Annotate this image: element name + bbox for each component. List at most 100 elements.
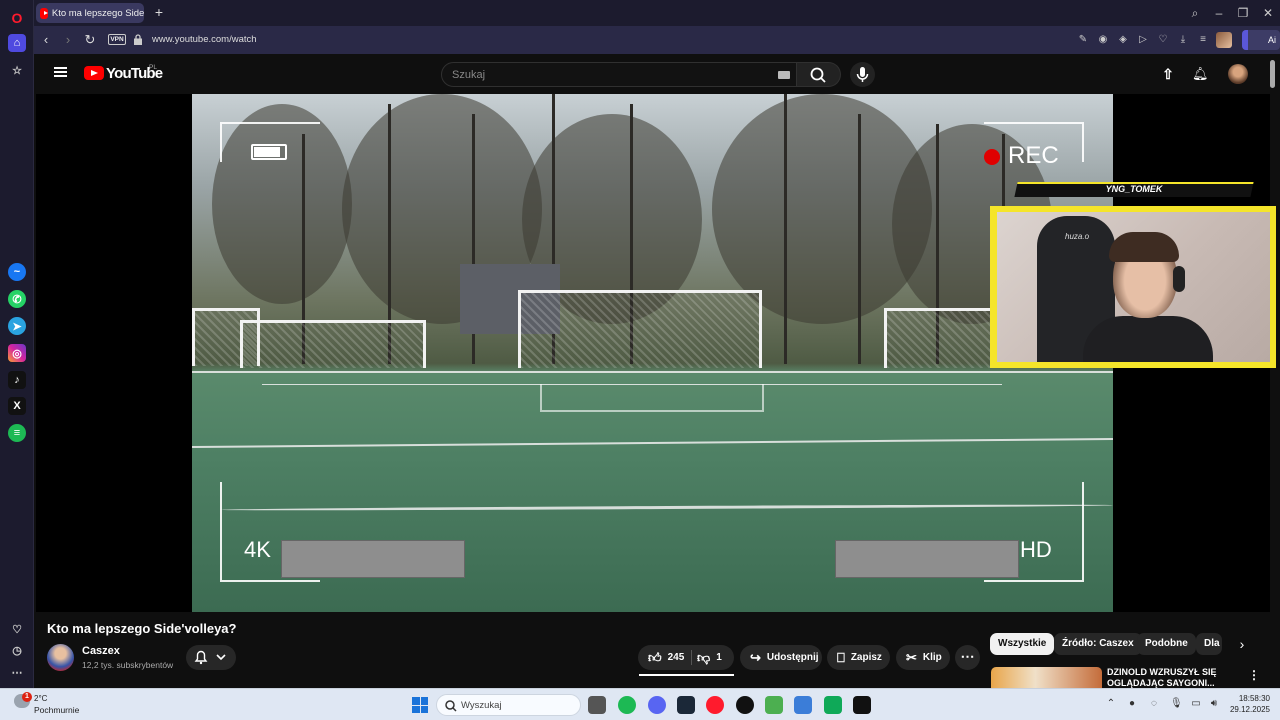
- camera-overlay: [220, 122, 1084, 582]
- search-button[interactable]: [797, 62, 841, 87]
- vpn-badge[interactable]: VPN: [108, 34, 126, 45]
- messenger-icon[interactable]: ~: [8, 263, 26, 281]
- notifications-icon[interactable]: 🔔︎: [1192, 66, 1209, 82]
- network-icon[interactable]: ▭: [1190, 698, 1202, 710]
- shield-icon[interactable]: ◈: [1117, 34, 1129, 46]
- search-placeholder: Szukaj: [452, 69, 486, 81]
- windows-taskbar: 1 2°C Pochmurnie Wyszukaj ⌃ ● ◌ 🎙︎ ▭ 🔊︎ …: [0, 688, 1280, 720]
- discord-icon[interactable]: [648, 696, 666, 714]
- share-icon: ↪: [750, 649, 761, 665]
- steam-icon[interactable]: [677, 696, 695, 714]
- opera-logo-icon[interactable]: O: [8, 9, 26, 27]
- microphone-tray-icon[interactable]: 🎙︎: [1170, 698, 1183, 710]
- share-button[interactable]: ↪ Udostępnij: [740, 645, 822, 670]
- tab-active[interactable]: Kto ma lepszego Side'volleya?: [36, 3, 144, 23]
- hamburger-menu-icon[interactable]: [54, 67, 67, 77]
- address-bar: ‹ › ↻ VPN www.youtube.com/watch ✎ ◉ ◈ ▷ …: [34, 26, 1280, 54]
- heart-icon[interactable]: ♡: [8, 620, 26, 638]
- like-underline: [639, 674, 734, 676]
- search-input[interactable]: Szukaj: [441, 62, 797, 87]
- recommendation-menu-icon[interactable]: ⋮: [1248, 668, 1260, 682]
- resolution-right: HD: [1020, 537, 1052, 562]
- tray-icon[interactable]: ●: [1126, 698, 1138, 710]
- scrollbar-thumb[interactable]: [1270, 60, 1275, 88]
- more-actions-button[interactable]: ⋯: [955, 645, 980, 670]
- video-title: Kto ma lepszego Side'volleya?: [47, 621, 237, 636]
- tiktok-icon[interactable]: ♪: [8, 371, 26, 389]
- chevron-up-icon[interactable]: ⌃: [1105, 698, 1117, 710]
- opera-taskbar-icon[interactable]: [706, 696, 724, 714]
- reload-button[interactable]: ↻: [82, 32, 98, 48]
- back-button[interactable]: ‹: [38, 32, 54, 48]
- url-field[interactable]: www.youtube.com/watch: [152, 34, 257, 45]
- tray-icon[interactable]: ◌: [1148, 698, 1160, 710]
- history-icon[interactable]: ◷: [8, 641, 26, 659]
- app-icon[interactable]: [853, 696, 871, 714]
- more-icon[interactable]: ⋯: [8, 663, 26, 681]
- app-icon[interactable]: [824, 696, 842, 714]
- search-tabs-icon[interactable]: ⌕: [1187, 5, 1203, 21]
- recommendation-thumbnail[interactable]: [991, 667, 1102, 688]
- chair-brand: huza.o: [1065, 232, 1090, 241]
- taskbar-search-placeholder: Wyszukaj: [461, 700, 502, 711]
- camera-icon[interactable]: ◉: [1097, 34, 1109, 46]
- restore-button[interactable]: ❐: [1235, 5, 1251, 21]
- file-explorer-icon[interactable]: [588, 696, 606, 714]
- account-avatar[interactable]: [1228, 64, 1248, 84]
- chip-source[interactable]: Źródło: Caszex: [1054, 633, 1142, 655]
- weather-description[interactable]: Pochmurnie: [34, 705, 79, 715]
- dislike-button[interactable]: 👎︎ 1: [691, 650, 722, 666]
- app-icon[interactable]: [794, 696, 812, 714]
- search-icon: [810, 67, 826, 83]
- chevron-right-icon[interactable]: ›: [1234, 636, 1250, 652]
- clock-date[interactable]: 29.12.2025: [1228, 705, 1270, 714]
- like-separator: [691, 650, 692, 665]
- instagram-icon[interactable]: ◎: [8, 344, 26, 362]
- like-count: 245: [667, 652, 685, 663]
- voice-search-button[interactable]: [850, 62, 875, 87]
- chip-all[interactable]: Wszystkie: [990, 633, 1055, 655]
- app-icon[interactable]: [765, 696, 783, 714]
- subscription-bell-button[interactable]: [186, 645, 236, 670]
- menu-icon[interactable]: ≡: [1197, 34, 1209, 46]
- play-icon[interactable]: ▷: [1137, 34, 1149, 46]
- forward-button[interactable]: ›: [60, 32, 76, 48]
- aria-ai-button[interactable]: Ai: [1242, 30, 1280, 50]
- windows-start-icon[interactable]: [412, 697, 428, 713]
- channel-avatar[interactable]: [47, 644, 74, 671]
- record-dot-icon: [984, 149, 1000, 165]
- profile-avatar[interactable]: [1216, 32, 1232, 48]
- new-tab-button[interactable]: +: [152, 5, 166, 19]
- telegram-icon[interactable]: ➤: [8, 317, 26, 335]
- whatsapp-icon[interactable]: ✆: [8, 290, 26, 308]
- channel-name[interactable]: Caszex: [82, 645, 120, 657]
- download-icon[interactable]: ⤓: [1177, 34, 1189, 46]
- video-frame[interactable]: REC 4K HD: [192, 94, 1113, 612]
- recommendation-title[interactable]: DZINOLD WZRUSZYŁ SIĘ OGLĄDAJĄC SAYGONI..…: [1107, 667, 1227, 688]
- save-button[interactable]: ⎕ Zapisz: [827, 645, 890, 670]
- taskbar-search-input[interactable]: Wyszukaj: [436, 694, 581, 716]
- minimize-button[interactable]: –: [1211, 5, 1227, 21]
- like-button[interactable]: 👍︎ 245: [638, 650, 691, 666]
- upload-icon[interactable]: ⇧: [1160, 66, 1176, 82]
- clip-button[interactable]: ✂ Klip: [896, 645, 950, 670]
- scissors-icon: ✂: [906, 649, 917, 665]
- headset: [1173, 266, 1185, 292]
- star-icon[interactable]: ☆: [8, 61, 26, 79]
- youtube-logo-icon[interactable]: [84, 66, 104, 80]
- close-window-button[interactable]: ✕: [1260, 5, 1276, 21]
- clock-time[interactable]: 18:58:30: [1228, 694, 1270, 703]
- weather-temperature[interactable]: 2°C: [34, 694, 47, 703]
- chip-similar[interactable]: Podobne: [1137, 633, 1196, 655]
- edit-icon[interactable]: ✎: [1077, 34, 1089, 46]
- x-icon[interactable]: X: [8, 397, 26, 415]
- spotify-icon[interactable]: ≡: [8, 424, 26, 442]
- bookmark-heart-icon[interactable]: ♡: [1157, 34, 1169, 46]
- chatgpt-icon[interactable]: [736, 696, 754, 714]
- home-icon[interactable]: ⌂: [8, 34, 26, 52]
- spotify-taskbar-icon[interactable]: [618, 696, 636, 714]
- volume-icon[interactable]: 🔊︎: [1208, 698, 1220, 710]
- chip-for-you[interactable]: Dla: [1196, 633, 1222, 655]
- keyboard-icon[interactable]: [778, 71, 790, 79]
- save-label: Zapisz: [850, 652, 882, 663]
